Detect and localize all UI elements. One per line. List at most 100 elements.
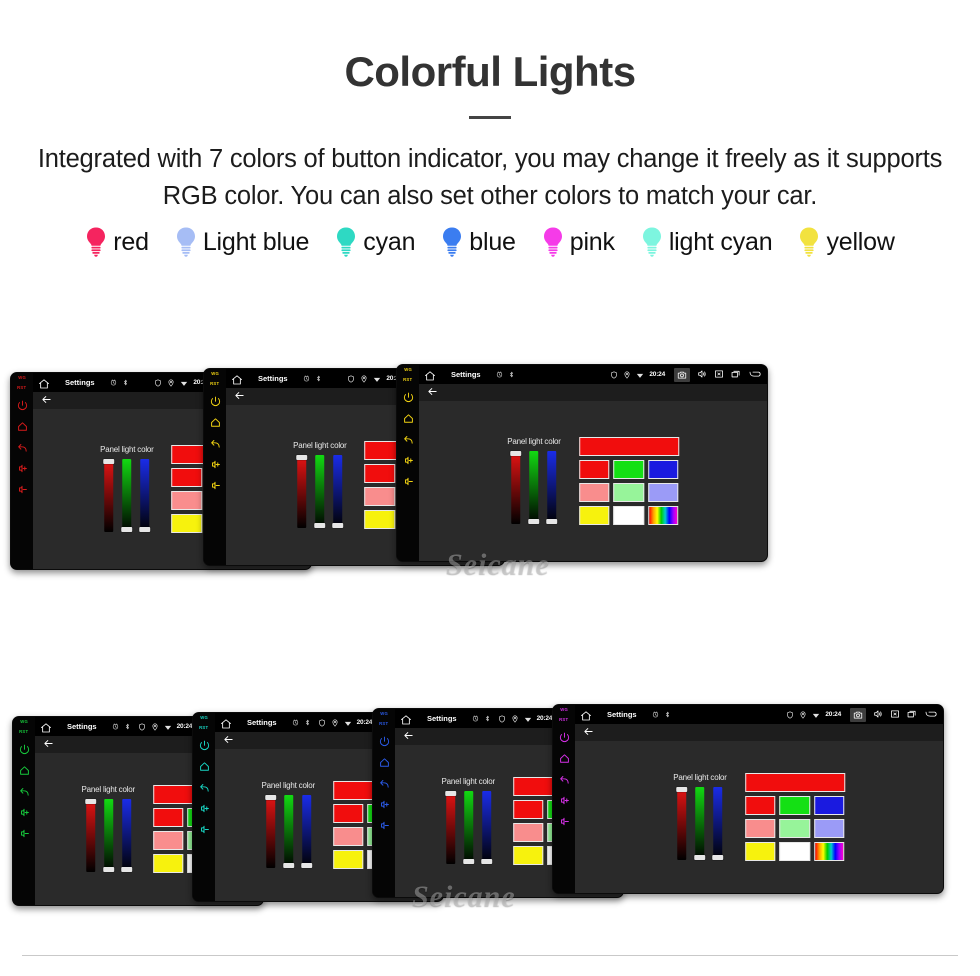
- red-slider[interactable]: [264, 795, 276, 868]
- slider-thumb[interactable]: [444, 791, 456, 796]
- blue-slider[interactable]: [480, 791, 492, 864]
- power-button-icon[interactable]: [403, 390, 414, 402]
- power-icon[interactable]: [496, 366, 503, 384]
- volume-up-button-icon[interactable]: [379, 797, 390, 809]
- volume-up-button-icon[interactable]: [210, 457, 221, 469]
- bluetooth-icon[interactable]: [304, 714, 311, 732]
- volume-up-button-icon[interactable]: [559, 793, 570, 805]
- color-swatch[interactable]: [779, 842, 810, 861]
- color-swatch[interactable]: [153, 854, 184, 873]
- color-swatch[interactable]: [578, 483, 610, 502]
- red-slider[interactable]: [103, 459, 115, 532]
- close-box-icon[interactable]: [890, 706, 900, 724]
- swatch-rainbow[interactable]: [647, 506, 679, 525]
- power-button-icon[interactable]: [17, 398, 28, 410]
- color-swatch[interactable]: [647, 460, 679, 479]
- power-icon[interactable]: [110, 374, 117, 392]
- power-button-icon[interactable]: [19, 742, 30, 754]
- blue-slider[interactable]: [332, 455, 344, 528]
- red-slider[interactable]: [510, 451, 522, 524]
- power-icon[interactable]: [303, 370, 310, 388]
- power-button-icon[interactable]: [199, 738, 210, 750]
- power-icon[interactable]: [112, 718, 119, 736]
- power-button-icon[interactable]: [379, 734, 390, 746]
- home-icon[interactable]: [220, 717, 232, 729]
- home-icon[interactable]: [38, 377, 50, 389]
- color-swatch[interactable]: [153, 831, 184, 850]
- color-swatch[interactable]: [333, 827, 364, 846]
- power-button-icon[interactable]: [559, 730, 570, 742]
- color-swatch[interactable]: [813, 819, 845, 838]
- back-icon[interactable]: [748, 366, 762, 384]
- power-button-icon[interactable]: [210, 394, 221, 406]
- slider-thumb[interactable]: [712, 855, 724, 860]
- back-button-icon[interactable]: [379, 776, 390, 788]
- color-swatch[interactable]: [813, 796, 845, 815]
- color-swatch[interactable]: [613, 506, 644, 525]
- color-swatch[interactable]: [171, 514, 203, 533]
- slider-thumb[interactable]: [139, 527, 151, 532]
- slider-thumb[interactable]: [120, 867, 132, 872]
- red-slider[interactable]: [676, 787, 688, 860]
- color-swatch[interactable]: [744, 842, 776, 861]
- green-slider[interactable]: [102, 799, 114, 872]
- blue-slider[interactable]: [712, 787, 724, 860]
- color-swatch[interactable]: [333, 804, 364, 823]
- slider-thumb[interactable]: [462, 859, 474, 864]
- home-icon[interactable]: [40, 721, 52, 733]
- color-swatch[interactable]: [744, 819, 776, 838]
- home-icon[interactable]: [580, 709, 592, 721]
- back-button-icon[interactable]: [19, 784, 30, 796]
- slider-thumb[interactable]: [103, 459, 115, 464]
- back-arrow-icon[interactable]: [234, 388, 245, 406]
- recents-icon[interactable]: [907, 706, 917, 724]
- green-slider[interactable]: [121, 459, 133, 532]
- color-swatch[interactable]: [578, 460, 610, 479]
- volume-down-button-icon[interactable]: [199, 822, 210, 834]
- color-swatch[interactable]: [779, 796, 810, 815]
- power-icon[interactable]: [652, 706, 659, 724]
- back-button-icon[interactable]: [17, 440, 28, 452]
- color-swatch[interactable]: [613, 460, 644, 479]
- green-slider[interactable]: [528, 451, 540, 524]
- volume-up-button-icon[interactable]: [199, 801, 210, 813]
- volume-down-button-icon[interactable]: [559, 814, 570, 826]
- slider-thumb[interactable]: [264, 795, 276, 800]
- volume-icon[interactable]: [873, 706, 883, 724]
- color-swatch[interactable]: [364, 464, 396, 483]
- power-icon[interactable]: [292, 714, 299, 732]
- back-arrow-icon[interactable]: [41, 392, 52, 410]
- slider-thumb[interactable]: [676, 787, 688, 792]
- color-swatch[interactable]: [171, 491, 203, 510]
- green-slider[interactable]: [694, 787, 706, 860]
- back-button-icon[interactable]: [403, 432, 414, 444]
- device-yellow-front[interactable]: WG RST Settings 20:24 Panel light color: [396, 364, 768, 562]
- color-swatch[interactable]: [364, 487, 396, 506]
- volume-up-button-icon[interactable]: [19, 805, 30, 817]
- blue-slider[interactable]: [546, 451, 558, 524]
- green-slider[interactable]: [462, 791, 474, 864]
- bluetooth-icon[interactable]: [484, 710, 491, 728]
- home-button-icon[interactable]: [379, 755, 390, 767]
- volume-down-button-icon[interactable]: [19, 826, 30, 838]
- back-button-icon[interactable]: [199, 780, 210, 792]
- slider-thumb[interactable]: [528, 519, 540, 524]
- home-icon[interactable]: [400, 713, 412, 725]
- color-swatch[interactable]: [578, 506, 610, 525]
- volume-down-button-icon[interactable]: [17, 482, 28, 494]
- back-arrow-icon[interactable]: [43, 736, 54, 754]
- color-swatch[interactable]: [779, 819, 810, 838]
- back-arrow-icon[interactable]: [427, 384, 438, 402]
- camera-icon[interactable]: [850, 707, 866, 722]
- red-slider[interactable]: [84, 799, 96, 872]
- slider-thumb[interactable]: [546, 519, 558, 524]
- green-slider[interactable]: [314, 455, 326, 528]
- color-swatch[interactable]: [171, 468, 203, 487]
- red-slider[interactable]: [296, 455, 308, 528]
- slider-thumb[interactable]: [480, 859, 492, 864]
- color-swatch[interactable]: [153, 808, 184, 827]
- bluetooth-icon[interactable]: [315, 370, 322, 388]
- camera-icon[interactable]: [674, 367, 690, 382]
- home-button-icon[interactable]: [19, 763, 30, 775]
- back-arrow-icon[interactable]: [403, 728, 414, 746]
